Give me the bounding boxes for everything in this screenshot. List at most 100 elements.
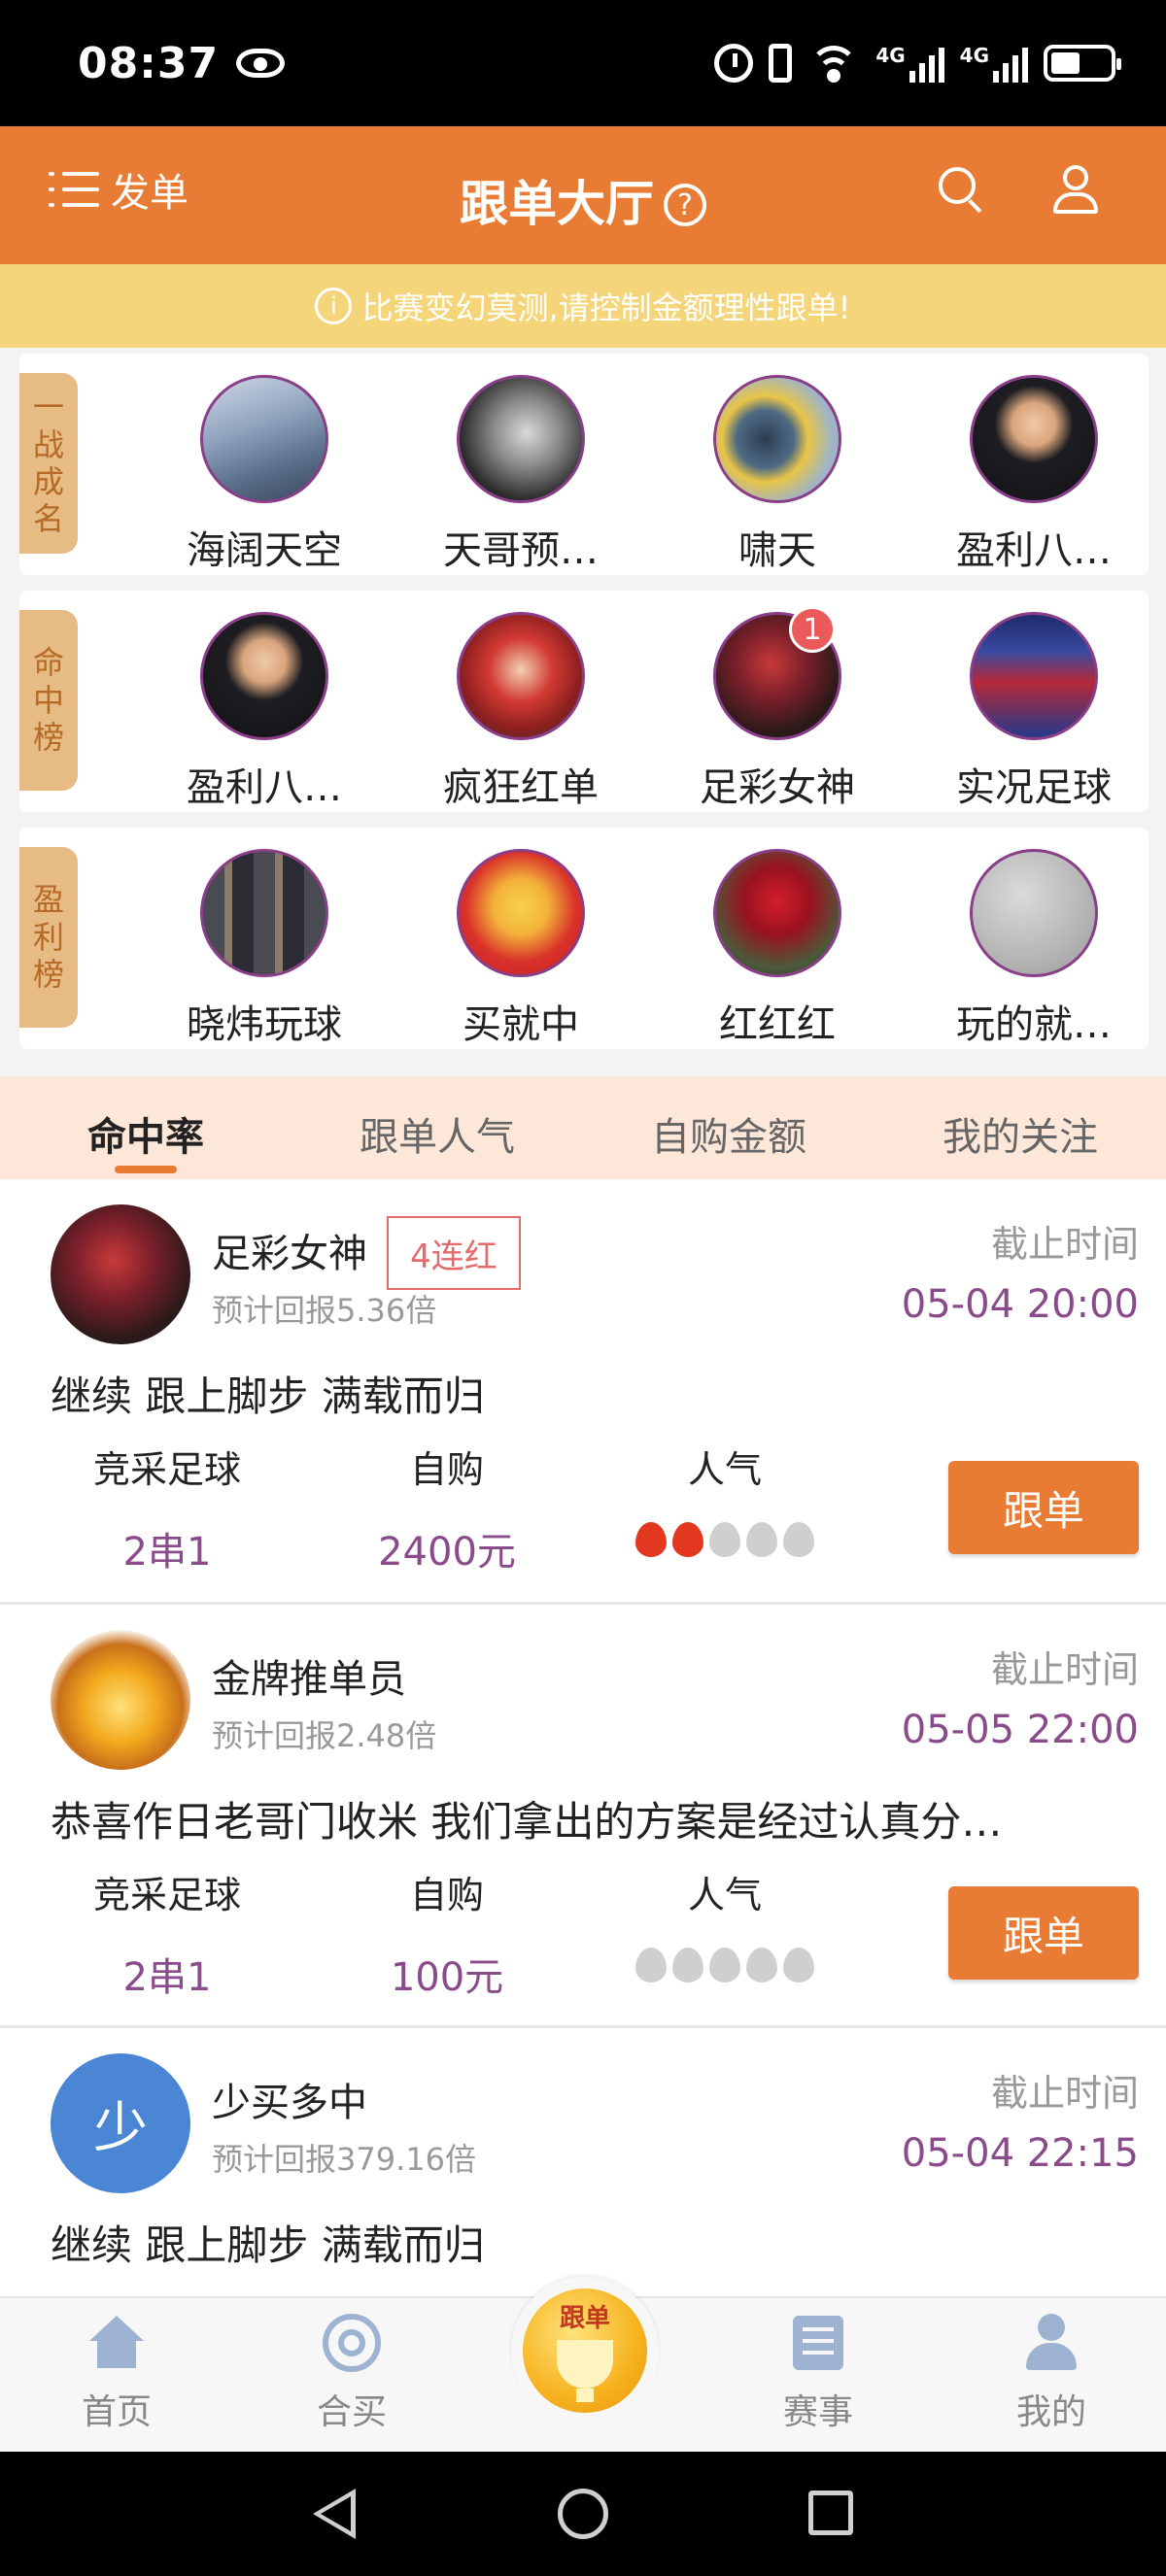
notice-text: 比赛变幻莫测,请控制金额理性跟单! (361, 289, 851, 326)
ranking-user[interactable]: 玩的就… (917, 849, 1150, 1049)
ranking-user[interactable]: 1 足彩女神 (661, 606, 894, 812)
avatar (713, 375, 841, 503)
sort-tabs: 命中率 跟单人气 自购金额 我的关注 (0, 1076, 1166, 1179)
avatar (970, 849, 1098, 977)
expected-return: 预计回报2.48倍 (212, 1717, 437, 1754)
nav-group-buy[interactable]: 合买 (274, 2312, 429, 2434)
ranking-row-profit: 盈利榜 晓炜玩球 买就中 红红红 玩的就… (19, 828, 1149, 1049)
avatar (200, 849, 328, 977)
vibrate-icon (769, 44, 793, 83)
tipster-name: 足彩女神 (212, 1232, 367, 1276)
flame-icon (635, 1522, 667, 1557)
info-icon: i (315, 288, 353, 324)
avatar (51, 1630, 190, 1770)
bottom-nav: 首页 合买 跟单 赛事 我的 (0, 2277, 1166, 2452)
flame-icon (746, 1522, 777, 1557)
nav-profile[interactable]: 我的 (974, 2312, 1129, 2434)
ranking-user[interactable]: 红红红 (661, 849, 894, 1049)
back-icon[interactable] (313, 2489, 356, 2539)
ranking-user[interactable]: 晓炜玩球 (148, 849, 381, 1049)
trophy-icon (557, 2340, 613, 2402)
help-icon[interactable]: ? (664, 184, 706, 226)
avatar (200, 612, 328, 740)
alarm-icon (714, 44, 754, 83)
flame-icon (709, 1522, 740, 1557)
nav-home[interactable]: 首页 (39, 2312, 194, 2434)
tab-popularity[interactable]: 跟单人气 (292, 1076, 583, 1179)
slip-card[interactable]: 金牌推单员 预计回报2.48倍 截止时间 05-05 22:00 恭喜作日老哥门… (0, 1605, 1166, 2028)
flame-icon (746, 1948, 777, 1983)
ranking-user-name: 天哥预… (443, 528, 599, 573)
wifi-icon (807, 44, 860, 83)
slip-card[interactable]: 少 少买多中 预计回报379.16倍 截止时间 05-04 22:15 继续 跟… (0, 2028, 1166, 2296)
nav-follow-center[interactable]: 跟单 (511, 2277, 659, 2424)
expected-return: 预计回报379.16倍 (212, 2141, 476, 2178)
search-icon[interactable] (939, 167, 985, 214)
page-title: 跟单大厅 ? (0, 165, 1166, 235)
tipster-name: 金牌推单员 (212, 1657, 406, 1702)
home-circle-icon[interactable] (558, 2489, 608, 2539)
ranking-user-name: 海阔天空 (187, 528, 342, 573)
ranking-user[interactable]: 实况足球 (917, 612, 1150, 812)
eye-icon (236, 49, 286, 78)
ranking-user[interactable]: 买就中 (404, 849, 637, 1049)
tab-hit-rate[interactable]: 命中率 (0, 1076, 292, 1179)
flame-icon (672, 1948, 703, 1983)
ranking-user[interactable]: 天哥预… (404, 375, 637, 575)
ranking-row-hit-rate: 命中榜 盈利八… 疯狂红单 1 足彩女神 实况足球 (19, 591, 1149, 812)
nav-group-buy-label: 合买 (316, 2392, 387, 2432)
stat-popularity: 人气 (608, 1865, 841, 1983)
ranking-user-name: 足彩女神 (700, 765, 855, 810)
nav-matches-label: 赛事 (782, 2392, 853, 2432)
status-bar: 08:37 4G 4G (0, 0, 1166, 126)
flame-icon (709, 1948, 740, 1983)
flame-icon (783, 1522, 814, 1557)
ranking-user-name: 买就中 (463, 1002, 579, 1047)
ranking-user[interactable]: 盈利八… (917, 375, 1150, 575)
stat-popularity: 人气 (608, 1440, 841, 1557)
deadline-label: 截止时间 (990, 2072, 1139, 2115)
flame-icon (672, 1522, 703, 1557)
deadline-label: 截止时间 (990, 1223, 1139, 1266)
battery-icon (1044, 45, 1121, 82)
avatar (457, 375, 585, 503)
cell-signal-icon: 4G (960, 44, 1028, 83)
recents-icon[interactable] (808, 2491, 853, 2535)
avatar (457, 849, 585, 977)
notification-badge: 1 (789, 606, 836, 653)
follow-button[interactable]: 跟单 (948, 1886, 1139, 1980)
user-icon[interactable] (1051, 165, 1100, 216)
stat-self-purchase: 自购 2400元 (378, 1448, 516, 1575)
ranking-user-name: 玩的就… (956, 1002, 1112, 1047)
avatar-letter: 少 (93, 2096, 148, 2160)
ranking-user-name: 晓炜玩球 (187, 1002, 342, 1047)
ranking-tag[interactable]: 一战成名 (19, 373, 78, 554)
ranking-user[interactable]: 盈利八… (148, 612, 381, 812)
ranking-user[interactable]: 海阔天空 (148, 375, 381, 575)
slip-description: 恭喜作日老哥门收米 我们拿出的方案是经过认真分… (51, 1798, 1003, 1846)
ranking-user-name: 疯狂红单 (443, 765, 599, 810)
ranking-user-name: 啸天 (738, 528, 816, 573)
rankings-section: 一战成名 海阔天空 天哥预… 啸天 盈利八… 命中榜 盈利八… 疯狂红单 1 足… (0, 348, 1166, 1076)
tab-self-purchase[interactable]: 自购金额 (583, 1076, 874, 1179)
deadline-time: 05-04 22:15 (901, 2131, 1139, 2176)
ranking-tag[interactable]: 盈利榜 (19, 847, 78, 1028)
ranking-user-name: 红红红 (719, 1002, 836, 1047)
nav-matches[interactable]: 赛事 (740, 2312, 896, 2434)
notice-banner: i 比赛变幻莫测,请控制金额理性跟单! (0, 264, 1166, 348)
status-icons: 4G 4G (714, 44, 1121, 83)
ranking-tag[interactable]: 命中榜 (19, 610, 78, 791)
streak-badge: 4连红 (387, 1216, 521, 1290)
nav-follow-label: 跟单 (559, 2304, 610, 2333)
ranking-user[interactable]: 疯狂红单 (404, 612, 637, 812)
deadline-time: 05-05 22:00 (901, 1708, 1139, 1752)
system-nav-bar (0, 2452, 1166, 2576)
ranking-user[interactable]: 啸天 (661, 375, 894, 575)
follow-button[interactable]: 跟单 (948, 1461, 1139, 1554)
avatar: 少 (51, 2053, 190, 2193)
slip-card[interactable]: 足彩女神 4连红 预计回报5.36倍 截止时间 05-04 20:00 继续 跟… (0, 1179, 1166, 1605)
stat-self-purchase: 自购 100元 (390, 1874, 504, 2000)
tab-my-follows[interactable]: 我的关注 (874, 1076, 1166, 1179)
avatar (457, 612, 585, 740)
profile-icon (1020, 2312, 1082, 2374)
